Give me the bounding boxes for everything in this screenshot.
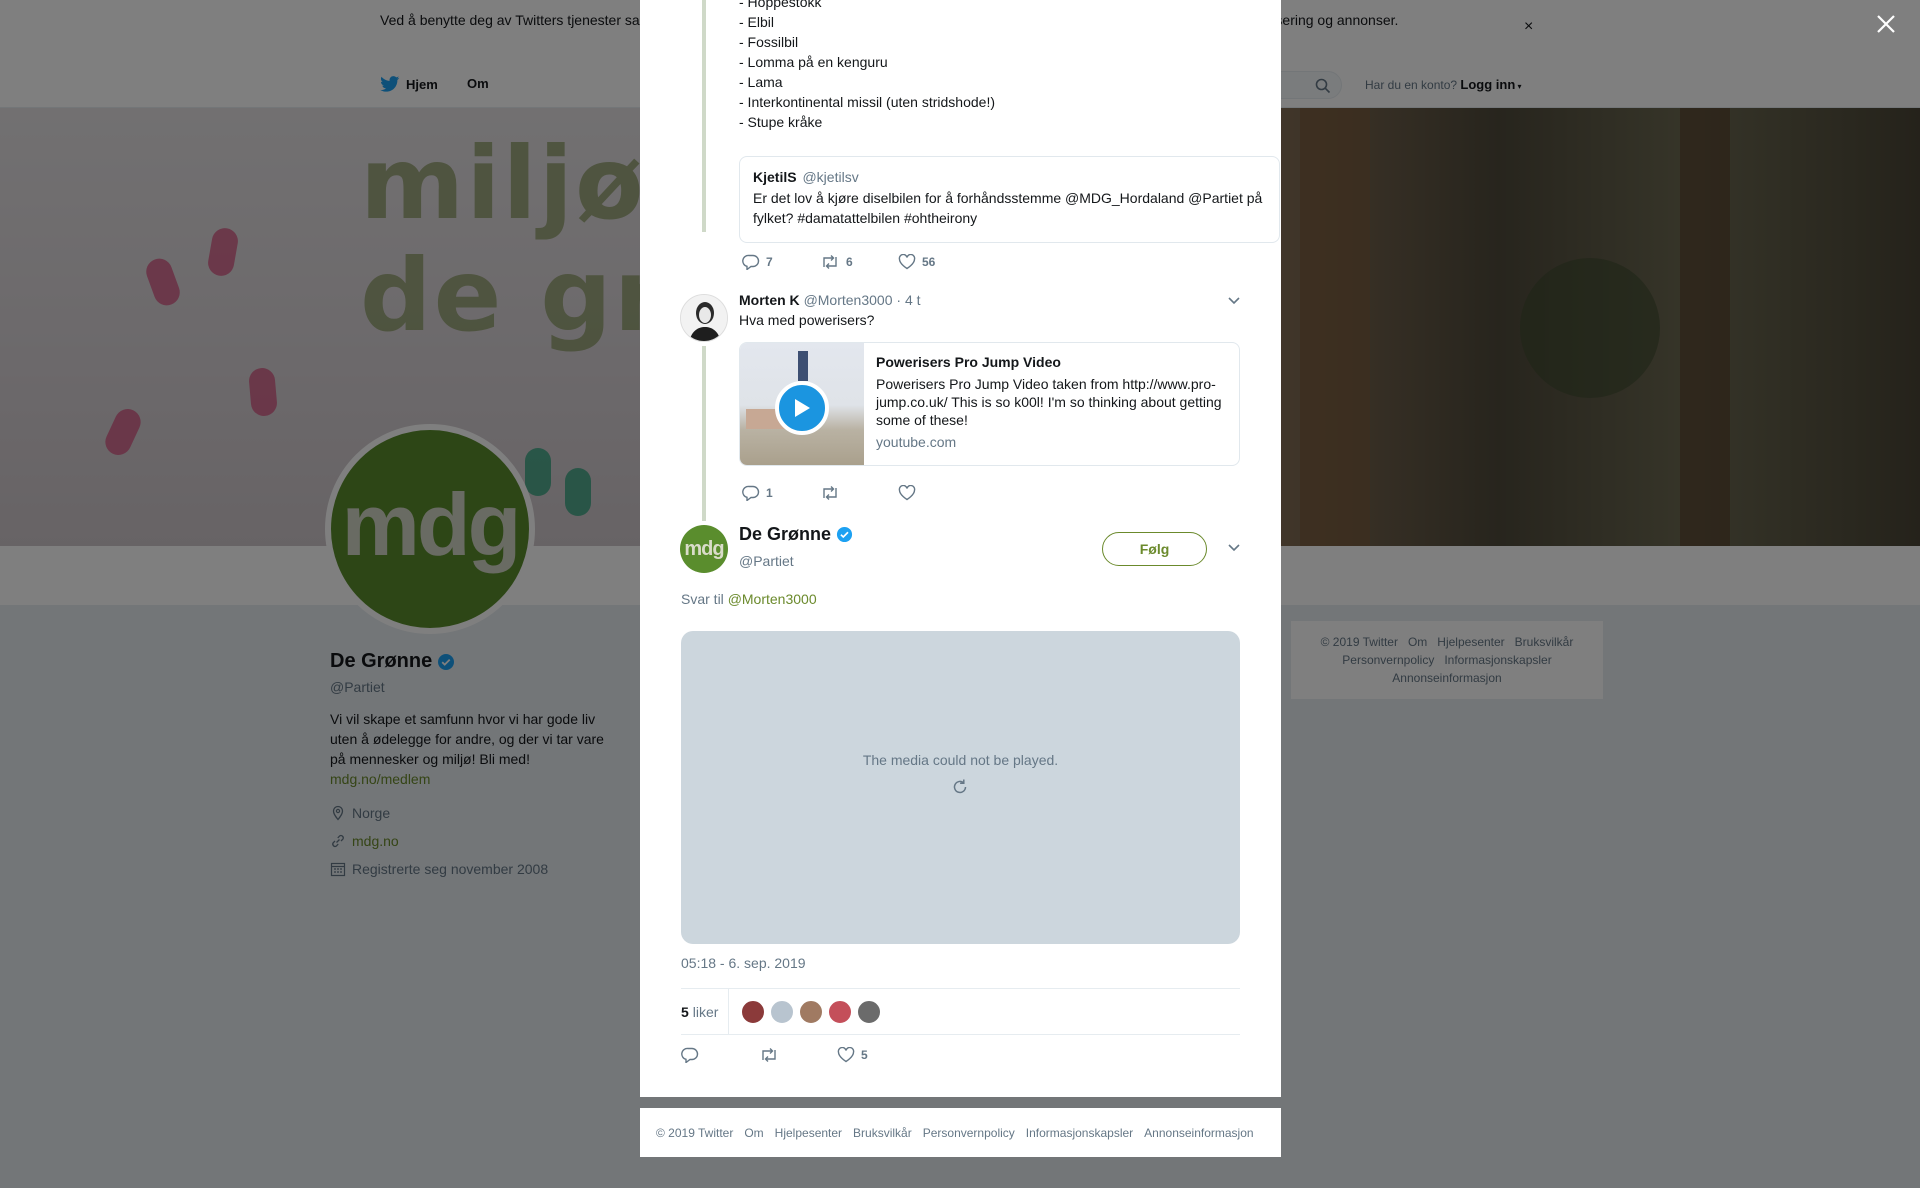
retweet-icon (823, 255, 837, 269)
footer-link-terms[interactable]: Bruksvilkår (853, 1126, 912, 1140)
likes-label: liker (692, 1003, 719, 1020)
chevron-down-icon[interactable] (1227, 543, 1241, 553)
like-count: 5 (861, 1048, 868, 1062)
heart-icon (898, 485, 916, 501)
reply-to-handle-link[interactable]: @Morten3000 (728, 591, 817, 607)
retweet-button[interactable] (820, 485, 898, 501)
retweet-button[interactable]: 6 (820, 254, 898, 270)
video-thumbnail (740, 343, 864, 465)
quoted-tweet[interactable]: KjetilS @kjetilsv Er det lov å kjøre dis… (739, 156, 1280, 243)
main-tweet-actions: 5 (681, 1047, 915, 1063)
play-icon (795, 399, 810, 417)
footer-link-ads-info[interactable]: Annonseinformasjon (1144, 1126, 1253, 1140)
reply-button[interactable] (681, 1047, 759, 1063)
footer-link-about[interactable]: Om (744, 1126, 763, 1140)
liker-avatar[interactable] (741, 999, 766, 1024)
play-button[interactable] (775, 381, 829, 435)
main-tweet-author-name[interactable]: De Grønne (739, 524, 853, 545)
liker-avatar[interactable] (770, 999, 795, 1024)
portrait-avatar-image (681, 295, 727, 341)
tweet-timestamp[interactable]: 05:18 - 6. sep. 2019 (681, 955, 806, 971)
author-name-text: De Grønne (739, 524, 832, 544)
list-item: - Stupe kråke (739, 114, 823, 130)
media-error-message: The media could not be played. (862, 752, 1059, 768)
previous-tweet-text: - Hoppestokk - Elbil - Fossilbil - Lomma… (739, 0, 995, 132)
quoted-author-handle: @kjetilsv (802, 169, 859, 185)
likes-summary[interactable]: 5 liker (681, 988, 730, 1035)
media-player[interactable]: The media could not be played. (681, 631, 1240, 944)
reply-tweet-text: Hva med powerisers? (739, 312, 875, 328)
reply-button[interactable]: 1 (742, 485, 820, 501)
liker-avatar[interactable] (857, 999, 882, 1024)
reply-tweet-header: Morten K @Morten3000 · 4 t (739, 292, 921, 308)
retweet-icon (823, 486, 837, 500)
card-domain: youtube.com (876, 434, 957, 450)
retry-icon[interactable] (950, 777, 970, 797)
like-count: 56 (922, 255, 936, 269)
like-button[interactable] (898, 485, 976, 501)
avatar-logo-text: mdg (684, 537, 724, 560)
likes-count: 5 (681, 1003, 689, 1020)
quoted-author-name: KjetilS (753, 169, 797, 185)
reply-count: 1 (766, 486, 773, 500)
reply-icon (742, 254, 760, 270)
reply-count: 7 (766, 255, 773, 269)
thumbnail-jumper (798, 351, 808, 381)
main-tweet-avatar[interactable]: mdg (680, 525, 728, 573)
liker-avatar[interactable] (828, 999, 853, 1024)
like-button[interactable]: 56 (898, 254, 976, 270)
liker-avatar[interactable] (799, 999, 824, 1024)
quoted-tweet-text: Er det lov å kjøre diselbilen for å forh… (753, 190, 1263, 226)
list-item: - Lama (739, 74, 783, 90)
reply-time[interactable]: · 4 t (896, 292, 920, 308)
heart-icon (898, 254, 916, 270)
footer-link-help[interactable]: Hjelpesenter (775, 1126, 842, 1140)
reply-icon (681, 1047, 699, 1063)
list-item: - Lomma på en kenguru (739, 54, 888, 70)
heart-icon (837, 1047, 855, 1063)
footer-link-privacy[interactable]: Personvernpolicy (923, 1126, 1015, 1140)
retweet-count: 6 (846, 255, 853, 269)
thread-connector (702, 346, 706, 521)
list-item: - Interkontinental missil (uten stridsho… (739, 94, 995, 110)
follow-button[interactable]: Følg (1102, 532, 1207, 566)
tweet-permalink-modal: - Hoppestokk - Elbil - Fossilbil - Lomma… (640, 0, 1281, 1097)
retweet-button[interactable] (759, 1047, 837, 1063)
verified-badge-icon (836, 526, 853, 543)
reply-button[interactable]: 7 (742, 254, 820, 270)
likers-avatars (741, 999, 882, 1024)
list-item: - Elbil (739, 14, 775, 30)
morten-avatar[interactable] (680, 294, 728, 342)
reply-icon (742, 485, 760, 501)
likes-row: 5 liker (681, 988, 1240, 1035)
like-button[interactable]: 5 (837, 1047, 915, 1063)
footer-link-cookies[interactable]: Informasjonskapsler (1026, 1126, 1133, 1140)
link-card[interactable]: Powerisers Pro Jump Video Powerisers Pro… (739, 342, 1240, 466)
chevron-down-icon[interactable] (1227, 296, 1241, 306)
reply-author-handle[interactable]: @Morten3000 (804, 292, 893, 308)
card-body: Powerisers Pro Jump Video Powerisers Pro… (864, 343, 1239, 465)
close-modal-icon[interactable] (1874, 12, 1898, 36)
card-description: Powerisers Pro Jump Video taken from htt… (876, 376, 1222, 428)
list-item: - Hoppestokk (739, 0, 822, 10)
reply-tweet-actions: 1 (742, 485, 976, 501)
modal-footer: © 2019 Twitter Om Hjelpesenter Bruksvilk… (640, 1108, 1281, 1157)
thread-connector (702, 0, 706, 232)
retweet-icon (762, 1048, 776, 1062)
list-item: - Fossilbil (739, 34, 799, 50)
reply-context: Svar til @Morten3000 (681, 591, 817, 607)
footer-copyright: © 2019 Twitter (656, 1125, 734, 1140)
reply-author-name[interactable]: Morten K (739, 292, 800, 308)
card-title: Powerisers Pro Jump Video (876, 354, 1061, 370)
reply-to-label: Svar til (681, 591, 724, 607)
main-tweet-author-handle[interactable]: @Partiet (739, 553, 794, 569)
previous-tweet-actions: 7 6 56 (742, 254, 976, 270)
